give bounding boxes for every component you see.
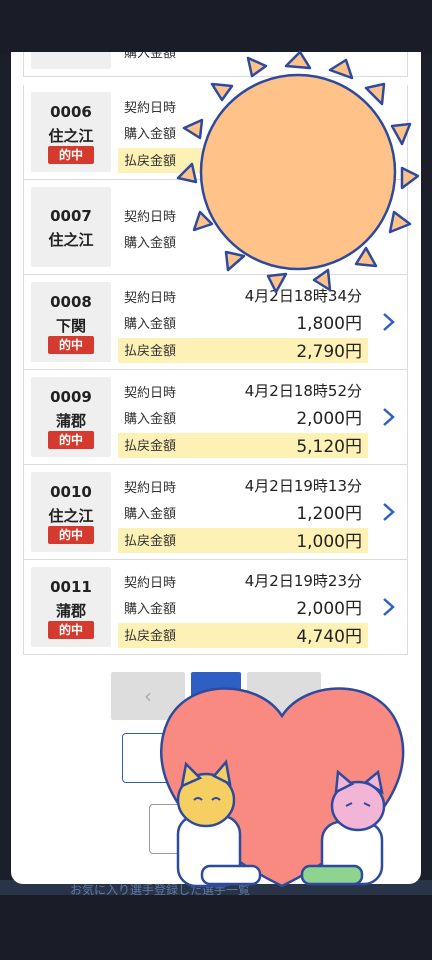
purchase-label: 購入金額 xyxy=(124,507,177,522)
purchase-label: 購入金額 xyxy=(124,602,177,617)
list-item[interactable]: 0010 住之江 的中 契約日時 4月2日19時13分 購入金額 1,200円 … xyxy=(23,465,408,560)
refund-label: 払戻金額 xyxy=(124,534,177,549)
contract-label: 契約日時 xyxy=(124,386,177,401)
chevron-right-icon[interactable] xyxy=(377,311,399,333)
race-number: 0011 xyxy=(50,578,92,596)
chevron-right-icon[interactable] xyxy=(377,596,399,618)
race-number: 0006 xyxy=(50,103,92,121)
id-box: 0006 住之江 的中 xyxy=(31,92,111,172)
purchase-value: 2,000円 xyxy=(296,409,362,429)
venue-name: 蒲郡 xyxy=(55,602,86,620)
purchase-label: 購入金額 xyxy=(124,236,177,251)
refund-value: 2,790円 xyxy=(296,342,362,362)
hit-badge: 的中 xyxy=(48,146,94,164)
venue-name: 住之江 xyxy=(48,507,94,525)
purchase-label: 購入金額 xyxy=(124,52,177,61)
sun-sticker xyxy=(176,50,420,294)
purchase-label: 購入金額 xyxy=(124,127,177,142)
purchase-label: 購入金額 xyxy=(124,317,177,332)
contract-label: 契約日時 xyxy=(124,210,177,225)
refund-label: 払戻金額 xyxy=(124,344,177,359)
hit-badge: 的中 xyxy=(48,431,94,449)
list-item[interactable]: 0011 蒲郡 的中 契約日時 4月2日19時23分 購入金額 2,000円 払… xyxy=(23,560,408,655)
venue-name: 住之江 xyxy=(48,231,94,249)
hit-badge: 的中 xyxy=(48,621,94,639)
race-number: 0009 xyxy=(50,388,92,406)
venue-name: 下関 xyxy=(55,317,86,335)
contract-label: 契約日時 xyxy=(124,576,177,591)
purchase-value: 1,200円 xyxy=(296,504,362,524)
sun-face xyxy=(199,73,397,271)
refund-label: 払戻金額 xyxy=(124,154,177,169)
race-number: 0008 xyxy=(50,293,92,311)
id-box: 0010 住之江 的中 xyxy=(31,472,111,552)
venue-name: 蒲郡 xyxy=(55,412,86,430)
status-bar xyxy=(0,0,432,55)
chevron-right-icon[interactable] xyxy=(377,501,399,523)
purchase-value: 1,800円 xyxy=(296,314,362,334)
race-number: 0007 xyxy=(50,207,92,225)
id-box: 0011 蒲郡 的中 xyxy=(31,567,111,647)
refund-value: 5,120円 xyxy=(296,437,362,457)
refund-value: 4,740円 xyxy=(296,627,362,647)
id-box: 0008 下関 的中 xyxy=(31,282,111,362)
contract-label: 契約日時 xyxy=(124,101,177,116)
venue-name: 住之江 xyxy=(48,127,94,145)
list-item[interactable]: 0009 蒲郡 的中 契約日時 4月2日18時52分 購入金額 2,000円 払… xyxy=(23,370,408,465)
chevron-right-icon[interactable] xyxy=(377,406,399,428)
id-box: 0007 住之江 xyxy=(31,187,111,267)
id-box: 0009 蒲郡 的中 xyxy=(31,377,111,457)
purchase-label: 購入金額 xyxy=(124,412,177,427)
contract-label: 契約日時 xyxy=(124,291,177,306)
contract-label: 契約日時 xyxy=(124,481,177,496)
contract-value: 4月2日19時13分 xyxy=(244,477,362,495)
hit-badge: 的中 xyxy=(48,526,94,544)
refund-label: 払戻金額 xyxy=(124,439,177,454)
race-number: 0010 xyxy=(50,483,92,501)
id-box xyxy=(31,52,111,69)
contract-value: 4月2日18時52分 xyxy=(244,382,362,400)
refund-label: 払戻金額 xyxy=(124,629,177,644)
contract-value: 4月2日19時23分 xyxy=(244,572,362,590)
purchase-value: 2,000円 xyxy=(296,599,362,619)
heart-cats-sticker xyxy=(159,687,405,888)
refund-value: 1,000円 xyxy=(296,532,362,552)
hit-badge: 的中 xyxy=(48,336,94,354)
bottom-bar xyxy=(0,895,432,960)
